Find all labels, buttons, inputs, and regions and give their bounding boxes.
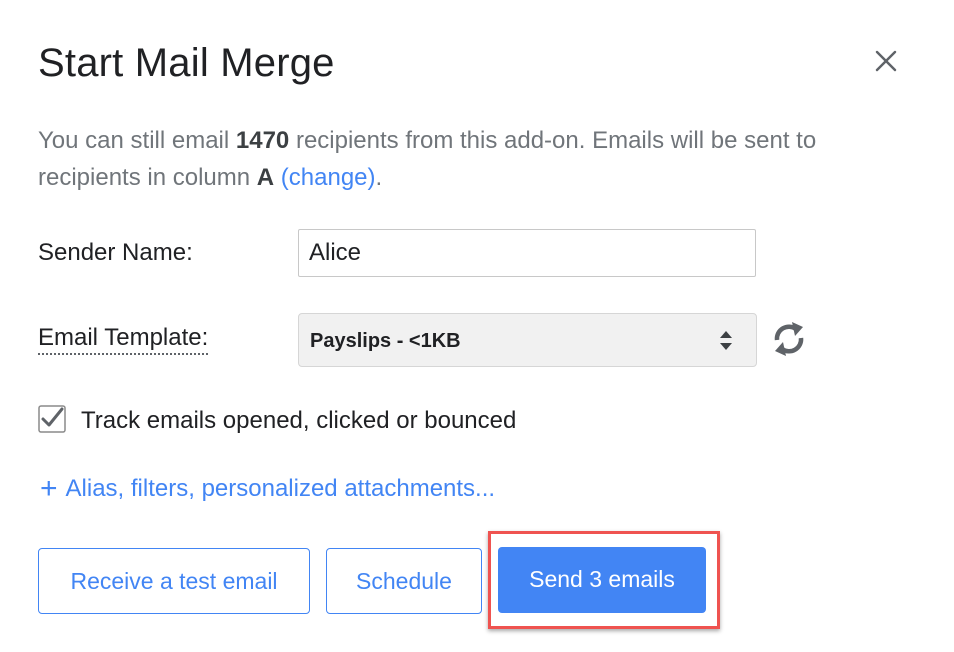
advanced-options-link[interactable]: + Alias, filters, personalized attachment… <box>40 474 495 504</box>
schedule-button[interactable]: Schedule <box>326 548 482 614</box>
sender-name-label: Sender Name: <box>38 239 193 266</box>
checkmark-icon <box>38 405 66 433</box>
info-prefix: You can still email <box>38 127 236 154</box>
dialog-title: Start Mail Merge <box>38 41 335 85</box>
advanced-options-label: Alias, filters, personalized attachments… <box>65 475 496 502</box>
send-emails-button[interactable]: Send 3 emails <box>498 547 706 613</box>
close-icon <box>875 50 897 72</box>
remaining-count: 1470 <box>235 127 290 154</box>
info-suffix: . <box>375 164 383 191</box>
email-template-select[interactable]: Payslips - <1KB <box>298 313 757 367</box>
sender-name-input[interactable] <box>298 229 756 277</box>
email-template-selected: Payslips - <1KB <box>310 330 461 352</box>
track-emails-label[interactable]: Track emails opened, clicked or bounced <box>81 406 516 436</box>
change-column-link[interactable]: (change) <box>281 164 376 191</box>
recipient-column: A <box>256 164 275 191</box>
mail-merge-dialog: Start Mail Merge You can still email 147… <box>0 0 954 652</box>
email-template-label: Email Template: <box>38 324 209 355</box>
plus-icon: + <box>40 472 58 505</box>
select-arrows-icon <box>720 331 732 350</box>
receive-test-email-button[interactable]: Receive a test email <box>38 548 310 614</box>
refresh-icon[interactable] <box>770 318 808 360</box>
info-text: You can still email 1470 recipients from… <box>38 122 908 196</box>
close-button[interactable] <box>866 43 906 83</box>
track-emails-checkbox[interactable] <box>38 405 66 433</box>
